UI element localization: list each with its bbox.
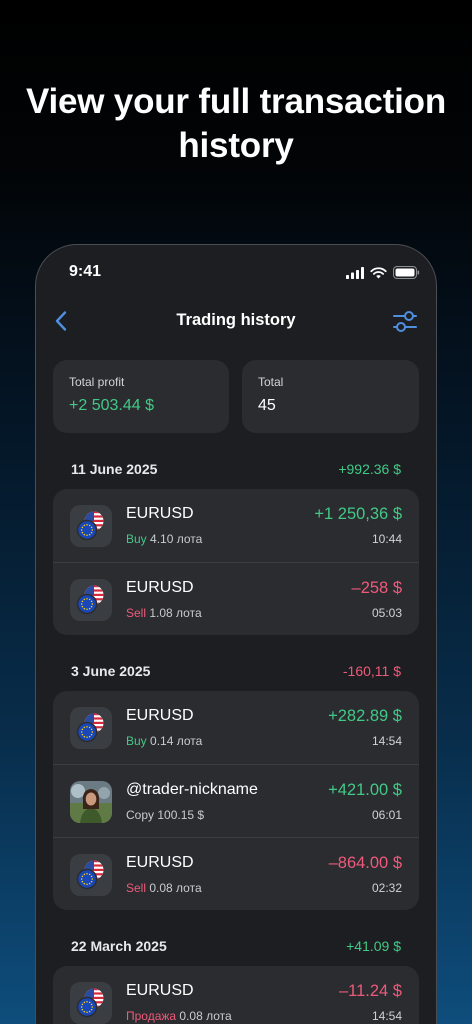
sliders-icon[interactable]: [392, 308, 418, 334]
trade-time: 05:03: [371, 606, 402, 620]
trade-side: Buy: [126, 734, 147, 748]
trade-side: Sell: [126, 881, 147, 895]
trade-time: 14:54: [371, 1009, 402, 1023]
status-time: 9:41: [69, 263, 102, 280]
trade-amount: +282.89 $: [328, 707, 402, 725]
transaction-row[interactable]: EURUSD Sell 1.08 лота –258 $ 05:03: [53, 562, 419, 635]
trade-time: 02:32: [371, 881, 402, 895]
transaction-row[interactable]: EURUSD Sell 0.08 лота –864.00 $ 02:32: [53, 837, 419, 910]
trade-volume: 4.10 лота: [146, 532, 203, 546]
page-title: Trading history: [176, 311, 296, 329]
section-sum: -160,11 $: [342, 663, 401, 679]
instrument-name: EURUSD: [126, 579, 194, 596]
eur-usd-flags-icon: [76, 713, 104, 743]
section-date: 11 June 2025: [71, 461, 158, 477]
eur-usd-flags-icon: [76, 860, 104, 890]
instrument-name: EURUSD: [126, 854, 194, 871]
instrument-name: EURUSD: [126, 982, 194, 999]
transaction-row[interactable]: EURUSD Buy 4.10 лота +1 250,36 $ 10:44: [53, 489, 419, 562]
summary-stats: Total profit +2 503.44 $ Total 45: [53, 360, 419, 433]
battery-icon: [393, 266, 420, 279]
section-header: 11 June 2025 +992.36 $: [71, 459, 401, 479]
trade-volume: 0.08 лота: [176, 1009, 232, 1023]
trade-amount: +1 250,36 $: [314, 505, 402, 523]
trade-volume: 0.08 лота: [146, 881, 202, 895]
trade-volume: 1.08 лота: [146, 606, 202, 620]
section-date: 3 June 2025: [71, 663, 151, 679]
section-header: 22 March 2025 +41.09 $: [71, 936, 401, 956]
status-icons: [346, 266, 420, 279]
total-count-value: 45: [258, 397, 276, 414]
section-sum: +41.09 $: [346, 938, 401, 954]
instrument-name: EURUSD: [126, 707, 194, 724]
headline: View your full transaction history: [0, 80, 472, 168]
transactions-card: EURUSD Продажа 0.08 лота –11.24 $ 14:54: [53, 966, 419, 1024]
trade-side: Buy: [126, 532, 147, 546]
trade-side: Продажа: [126, 1009, 177, 1023]
total-count-card: Total 45: [242, 360, 419, 433]
currency-pair-avatar: [70, 505, 112, 547]
total-count-label: Total: [258, 375, 284, 389]
trade-time: 06:01: [371, 808, 402, 822]
nav-bar: Trading history: [36, 307, 436, 337]
total-profit-value: +2 503.44 $: [69, 397, 154, 414]
trade-detail: Sell 1.08 лота: [126, 606, 202, 620]
trade-time: 10:44: [371, 532, 402, 546]
trade-detail: Buy 0.14 лота: [126, 734, 202, 748]
section-header: 3 June 2025 -160,11 $: [71, 661, 401, 681]
section-date: 22 March 2025: [71, 938, 167, 954]
trade-detail: Copy 100.15 $: [126, 808, 204, 822]
trade-volume: Copy 100.15 $: [126, 808, 205, 822]
eur-usd-flags-icon: [76, 988, 104, 1018]
currency-pair-avatar: [70, 579, 112, 621]
currency-pair-avatar: [70, 982, 112, 1024]
eur-usd-flags-icon: [76, 511, 104, 541]
currency-pair-avatar: [70, 854, 112, 896]
cellular-signal-icon: [346, 266, 364, 279]
trade-amount: –864.00 $: [328, 854, 402, 872]
eur-usd-flags-icon: [76, 585, 104, 615]
trade-detail: Sell 0.08 лота: [126, 881, 202, 895]
transaction-row[interactable]: @trader-nickname Copy 100.15 $ +421.00 $…: [53, 764, 419, 837]
avatar: [70, 781, 112, 823]
trade-side: Sell: [126, 606, 147, 620]
trade-amount: –11.24 $: [338, 982, 402, 1000]
transaction-row[interactable]: EURUSD Продажа 0.08 лота –11.24 $ 14:54: [53, 966, 419, 1024]
user-photo: [70, 781, 112, 823]
trade-amount: –258 $: [351, 579, 402, 597]
transaction-row[interactable]: EURUSD Buy 0.14 лота +282.89 $ 14:54: [53, 691, 419, 764]
phone-frame: 9:41 Trading history Total profit +2 503…: [35, 244, 437, 1024]
total-profit-card: Total profit +2 503.44 $: [53, 360, 229, 433]
currency-pair-avatar: [70, 707, 112, 749]
headline-line-2: history: [178, 126, 294, 165]
status-bar: 9:41: [36, 263, 436, 283]
trade-detail: Buy 4.10 лота: [126, 532, 202, 546]
trade-volume: 0.14 лота: [146, 734, 203, 748]
section-sum: +992.36 $: [338, 461, 401, 477]
instrument-name: @trader-nickname: [126, 781, 258, 798]
wifi-icon: [370, 266, 387, 278]
transactions-card: EURUSD Buy 4.10 лота +1 250,36 $ 10:44 E…: [53, 489, 419, 635]
transactions-card: EURUSD Buy 0.14 лота +282.89 $ 14:54 @tr…: [53, 691, 419, 910]
headline-line-1: View your full transaction: [25, 82, 447, 121]
trade-amount: +421.00 $: [328, 781, 402, 799]
trade-time: 14:54: [371, 734, 402, 748]
trade-detail: Продажа 0.08 лота: [126, 1009, 232, 1023]
total-profit-label: Total profit: [69, 375, 125, 389]
instrument-name: EURUSD: [126, 505, 194, 522]
